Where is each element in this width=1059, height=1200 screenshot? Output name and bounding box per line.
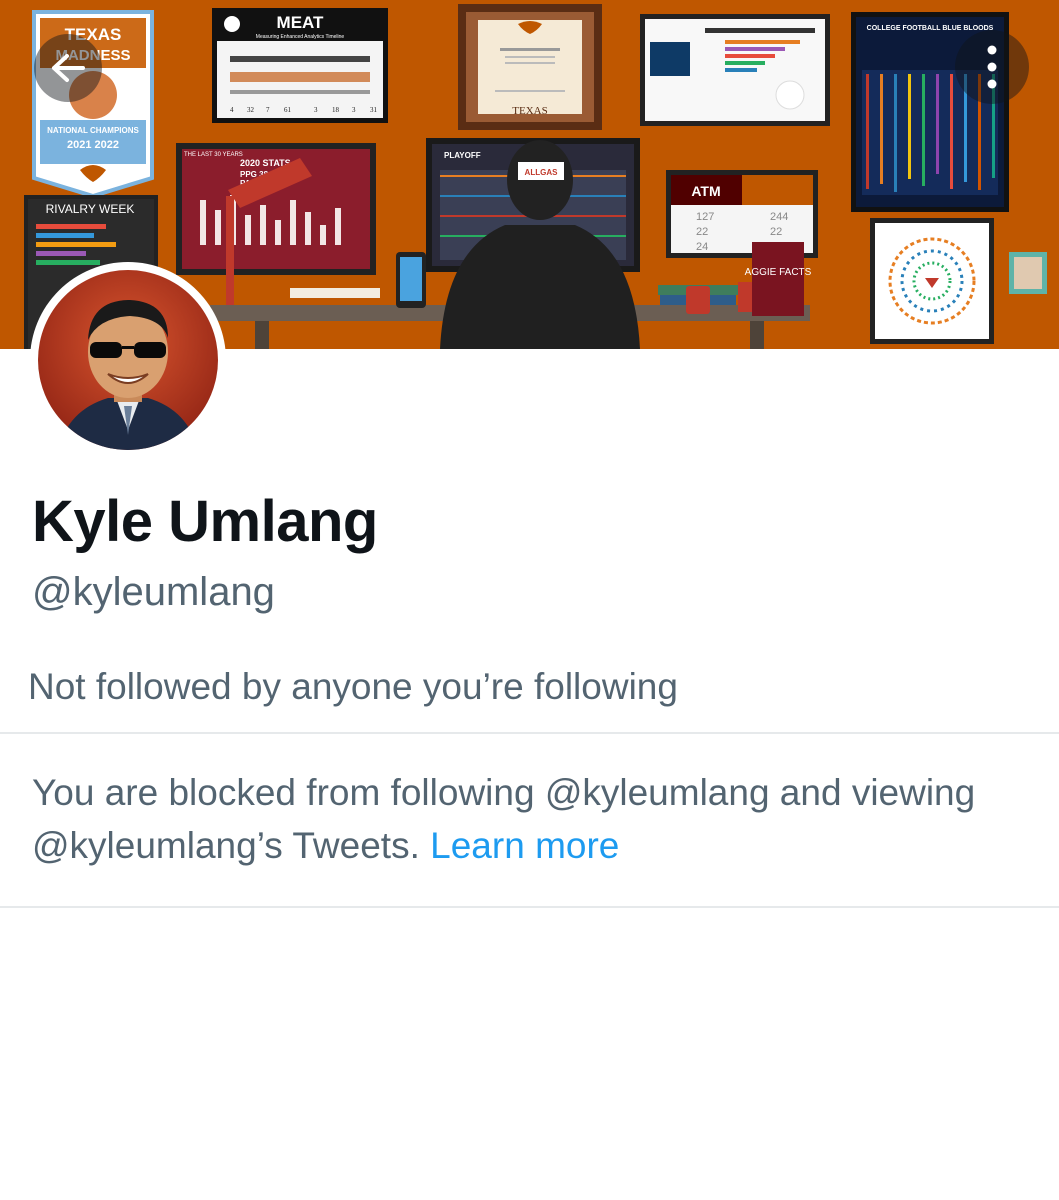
avatar-photo — [38, 270, 218, 450]
arrow-left-icon — [52, 54, 85, 82]
svg-text:2021 2022: 2021 2022 — [67, 139, 119, 151]
svg-text:RIVALRY WEEK: RIVALRY WEEK — [46, 202, 135, 216]
svg-text:ALLGAS: ALLGAS — [525, 168, 559, 177]
more-vertical-icon — [987, 45, 997, 89]
back-button[interactable] — [34, 34, 102, 102]
svg-text:COLLEGE FOOTBALL BLUE BLOODS: COLLEGE FOOTBALL BLUE BLOODS — [867, 25, 994, 32]
display-name: Kyle Umlang — [32, 489, 378, 554]
svg-text:TEXAS: TEXAS — [512, 105, 547, 117]
blocked-notice: You are blocked from following @kyleumla… — [32, 766, 1042, 872]
svg-text:AGGIE FACTS: AGGIE FACTS — [745, 267, 812, 278]
svg-text:4: 4 — [230, 106, 234, 114]
svg-text:3: 3 — [352, 106, 356, 114]
radial-chart-frame — [870, 218, 994, 344]
svg-text:61: 61 — [284, 106, 292, 114]
aggie-facts-book: AGGIE FACTS — [745, 242, 812, 316]
svg-text:PLAYOFF: PLAYOFF — [444, 151, 481, 160]
svg-text:18: 18 — [332, 106, 340, 114]
profile-handle: @kyleumlang — [32, 570, 275, 614]
svg-text:24: 24 — [696, 241, 708, 253]
svg-text:127: 127 — [696, 211, 714, 223]
profile-avatar[interactable] — [30, 262, 226, 458]
learn-more-link[interactable]: Learn more — [430, 825, 619, 866]
svg-text:ATM: ATM — [691, 183, 720, 199]
svg-text:22: 22 — [696, 226, 708, 238]
followers-you-know-note: Not followed by anyone you’re following — [28, 666, 678, 707]
svg-text:32: 32 — [247, 106, 255, 114]
svg-text:THE LAST 30 YEARS: THE LAST 30 YEARS — [184, 152, 243, 158]
coffee-mug — [686, 286, 710, 314]
more-options-button[interactable] — [955, 30, 1029, 104]
divider — [0, 906, 1059, 908]
svg-text:MEAT: MEAT — [277, 13, 325, 32]
open-book — [290, 288, 380, 298]
svg-text:Measuring Enhanced Analytics T: Measuring Enhanced Analytics Timeline — [256, 34, 345, 40]
svg-text:NATIONAL CHAMPIONS: NATIONAL CHAMPIONS — [47, 126, 139, 135]
svg-text:22: 22 — [770, 226, 782, 238]
meat-infographic-frame: MEAT Measuring Enhanced Analytics Timeli… — [212, 8, 388, 123]
diploma-frame: TEXAS — [458, 4, 602, 130]
divider — [0, 732, 1059, 734]
svg-text:244: 244 — [770, 211, 788, 223]
svg-text:31: 31 — [370, 106, 378, 114]
svg-text:7: 7 — [266, 106, 270, 114]
stats-monitor: THE LAST 30 YEARS 2020 STATS PPG 38 PAPG… — [176, 143, 376, 275]
svg-text:3: 3 — [314, 106, 318, 114]
ncaa-chart-frame — [640, 14, 830, 126]
